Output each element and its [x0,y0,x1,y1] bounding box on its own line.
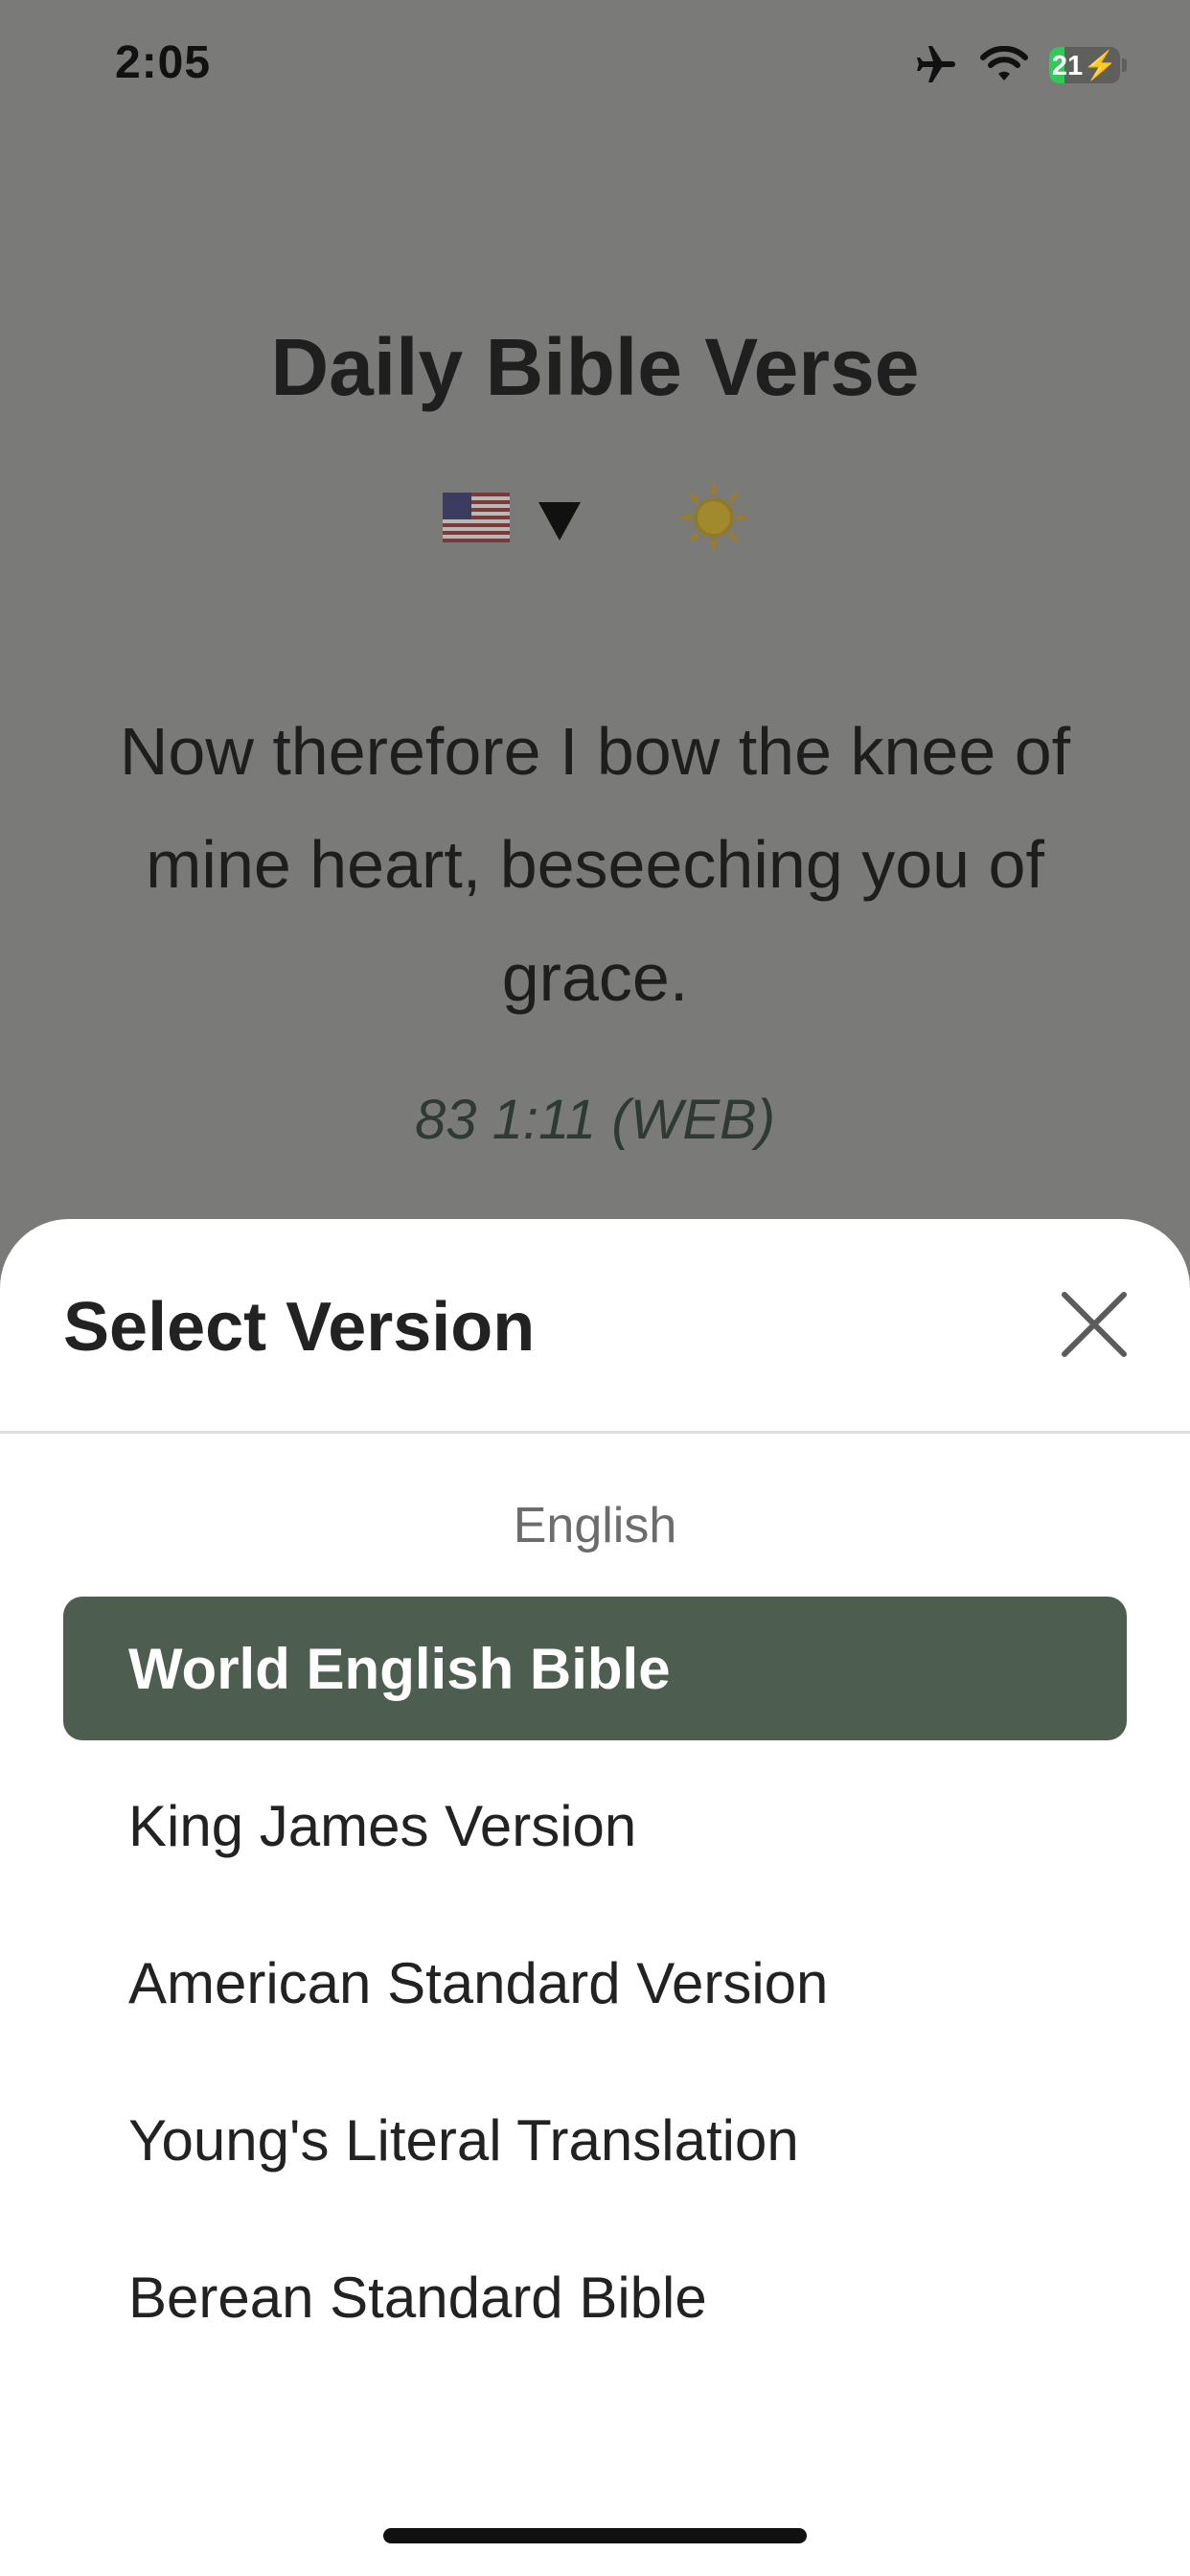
version-item-american-standard-version[interactable]: American Standard Version [63,1911,1127,2055]
app-controls [0,479,1190,565]
home-indicator[interactable] [383,2528,807,2543]
section-label-english: English [513,1498,677,1553]
screen: 2:05 21⚡ Daily Bible Verse Now therefore… [0,0,1190,2576]
version-item-berean-standard-bible[interactable]: Berean Standard Bible [63,2225,1127,2369]
status-icons: 21⚡ [913,38,1127,92]
version-label: King James Version [128,1793,637,1858]
language-dropdown-icon[interactable] [537,500,583,547]
version-label: American Standard Version [128,1950,829,2015]
version-item-youngs-literal-translation[interactable]: Young's Literal Translation [63,2068,1127,2212]
sun-icon[interactable] [675,479,752,561]
version-select-sheet: Select Version English World English Bib… [0,1219,1190,2576]
battery-level: 21⚡ [1051,51,1118,81]
us-flag-icon[interactable] [443,493,510,542]
version-item-king-james-version[interactable]: King James Version [63,1754,1127,1898]
close-button[interactable] [1054,1286,1134,1367]
battery-icon: 21⚡ [1049,47,1120,83]
status-bar: 2:05 21⚡ [0,0,1190,125]
sheet-title: Select Version [63,1289,536,1366]
airplane-mode-icon [913,42,959,88]
wifi-icon [980,46,1028,84]
verse-text: Now therefore I bow the knee of mine hea… [119,714,1071,1015]
close-icon [1061,1291,1128,1363]
version-list: World English Bible King James Version A… [63,1597,1127,2382]
app-title: Daily Bible Verse [270,322,920,412]
version-item-world-english-bible[interactable]: World English Bible [63,1597,1127,1740]
status-time: 2:05 [115,37,212,88]
version-label: Berean Standard Bible [128,2265,707,2330]
version-label: World English Bible [128,1636,671,1701]
sheet-header: Select Version [0,1219,1190,1434]
verse-reference: 83 1:11 (WEB) [414,1089,776,1151]
battery-cap [1122,58,1127,72]
version-label: Young's Literal Translation [128,2107,799,2173]
